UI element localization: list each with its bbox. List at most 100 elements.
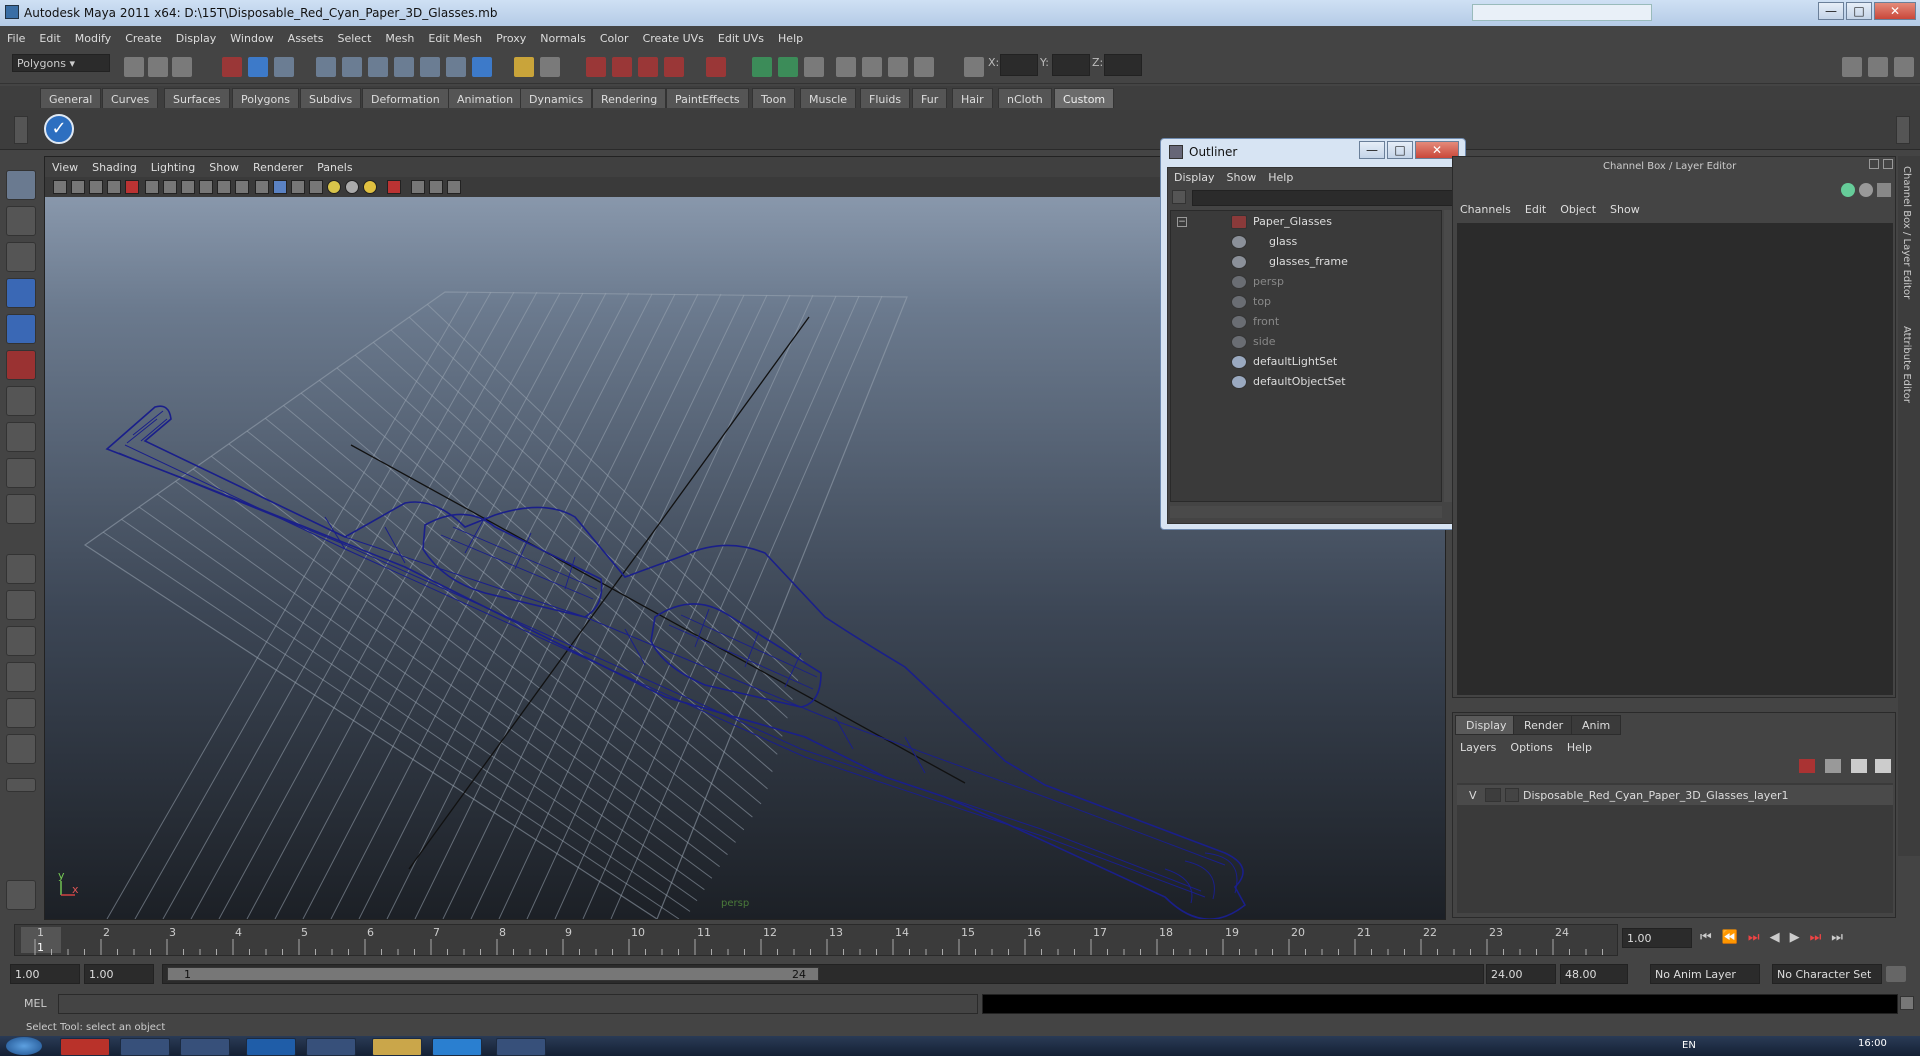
animation-start-field[interactable]: 1.00 [10, 964, 80, 984]
app2-task-icon[interactable] [496, 1038, 546, 1056]
float-panel-icon[interactable] [1869, 159, 1879, 169]
outliner-layout-icon[interactable] [6, 734, 36, 764]
shelf-tab-muscle[interactable]: Muscle [800, 88, 857, 108]
snap-point-icon[interactable] [368, 57, 388, 77]
menu-edit[interactable]: Edit [32, 26, 67, 45]
universal-manipulator-icon[interactable] [6, 386, 36, 416]
maximize-button[interactable]: □ [1846, 2, 1872, 20]
menu-create[interactable]: Create [118, 26, 169, 45]
outliner-menu-show[interactable]: Show [1221, 168, 1263, 187]
select-object-icon[interactable] [248, 57, 268, 77]
layer-menu-layers[interactable]: Layers [1453, 737, 1503, 758]
rotate-tool-icon[interactable] [6, 314, 36, 344]
outliner-item-glass[interactable]: glass [1269, 235, 1297, 248]
last-tool-icon[interactable] [6, 494, 36, 524]
layer-tab-anim[interactable]: Anim [1571, 715, 1622, 735]
vp-menu-renderer[interactable]: Renderer [246, 157, 310, 178]
photoshop-task-icon[interactable] [246, 1038, 296, 1056]
camera-attributes-icon[interactable] [71, 180, 85, 194]
persp-graph-layout-icon[interactable] [6, 662, 36, 692]
outliner-item-glasses-frame[interactable]: glasses_frame [1269, 255, 1348, 268]
time-slider[interactable]: 1 1 2 3 4 5 6 7 8 9 10 11 12 13 14 15 16 17 18 19 20 21 22 23 2… [14, 924, 1618, 956]
shelf-tab-fluids[interactable]: Fluids [860, 88, 911, 108]
paint-select-tool-icon[interactable] [6, 242, 36, 272]
step-back-icon[interactable]: ⏪ [1722, 930, 1748, 945]
render-settings-icon[interactable] [804, 57, 824, 77]
select-component-icon[interactable] [274, 57, 294, 77]
resolution-gate-icon[interactable] [181, 180, 195, 194]
x-field[interactable] [1000, 54, 1038, 76]
scale-tool-icon[interactable] [6, 350, 36, 380]
shelf-tab-hair[interactable]: Hair [952, 88, 993, 108]
smooth-shade-icon[interactable] [273, 180, 287, 194]
single-perspective-layout-icon[interactable] [6, 554, 36, 584]
playback-end-field[interactable]: 24.00 [1486, 964, 1556, 984]
vp-menu-view[interactable]: View [45, 157, 85, 178]
menu-mesh[interactable]: Mesh [378, 26, 421, 45]
cb-menu-edit[interactable]: Edit [1518, 199, 1553, 220]
menu-help[interactable]: Help [771, 26, 810, 45]
close-button[interactable]: ✕ [1874, 2, 1916, 20]
outliner-item-front[interactable]: front [1253, 315, 1279, 328]
explorer-task-icon[interactable] [372, 1038, 422, 1056]
select-by-param-icon[interactable] [638, 57, 658, 77]
layer-template-toggle[interactable] [1485, 788, 1501, 802]
menu-select[interactable]: Select [330, 26, 378, 45]
outliner-item-side[interactable]: side [1253, 335, 1276, 348]
yandex-task-icon[interactable] [180, 1038, 230, 1056]
show-channel-box-icon[interactable] [1894, 57, 1914, 77]
step-forward-key-icon[interactable]: ⏭ [1810, 930, 1832, 945]
chrome-task-icon[interactable] [60, 1038, 110, 1056]
script-editor-button-icon[interactable] [1900, 996, 1914, 1010]
xray-joints-icon[interactable] [429, 180, 443, 194]
xray-icon[interactable] [411, 180, 425, 194]
absolute-transform-icon[interactable] [964, 57, 984, 77]
snap-surface-icon[interactable] [420, 57, 440, 77]
outliner-window[interactable]: Outliner — □ ✕ Display Show Help − Paper_G… [1160, 138, 1466, 530]
go-to-end-icon[interactable]: ⏭ [1831, 930, 1853, 945]
outliner-maximize-button[interactable]: □ [1387, 141, 1413, 159]
go-to-start-icon[interactable]: ⏮ [1700, 930, 1722, 945]
menu-normals[interactable]: Normals [533, 26, 593, 45]
play-forwards-icon[interactable]: ▶ [1790, 930, 1810, 945]
transform-field-icon[interactable] [914, 57, 934, 77]
vp-menu-lighting[interactable]: Lighting [144, 157, 202, 178]
layer-color-swatch[interactable] [1505, 788, 1519, 802]
collapse-toggle-icon[interactable]: − [1177, 217, 1187, 227]
menu-set-selector[interactable]: Polygons ▾ [12, 54, 110, 72]
select-tool-icon[interactable] [6, 170, 36, 200]
mel-label[interactable]: MEL [24, 997, 47, 1010]
language-indicator[interactable]: EN [1682, 1040, 1696, 1051]
outliner-item-default-light-set[interactable]: defaultLightSet [1253, 355, 1337, 368]
select-by-pivot-icon[interactable] [612, 57, 632, 77]
snap-curve-icon[interactable] [342, 57, 362, 77]
open-scene-icon[interactable] [148, 57, 168, 77]
move-up-layer-icon[interactable] [1851, 759, 1867, 773]
range-slider-handle[interactable]: 1 24 [167, 967, 819, 981]
hypershade-layout-icon[interactable] [6, 698, 36, 728]
shelf-tab-custom[interactable]: Custom [1054, 88, 1115, 108]
layer-row[interactable]: V Disposable_Red_Cyan_Paper_3D_Glasses_l… [1457, 785, 1893, 805]
move-down-layer-icon[interactable] [1875, 759, 1891, 773]
menu-proxy[interactable]: Proxy [489, 26, 533, 45]
help-search-field[interactable] [1472, 4, 1652, 21]
select-by-handle-icon[interactable] [586, 57, 606, 77]
anim-layer-dropdown[interactable]: No Anim Layer [1650, 964, 1760, 984]
menu-create-uvs[interactable]: Create UVs [636, 26, 711, 45]
image-plane-icon[interactable] [107, 180, 121, 194]
layer-tab-render[interactable]: Render [1513, 715, 1575, 735]
all-lights-icon[interactable] [363, 180, 377, 194]
layer-name[interactable]: Disposable_Red_Cyan_Paper_3D_Glasses_lay… [1523, 789, 1789, 802]
construction-history-icon[interactable] [540, 57, 560, 77]
field-chart-icon[interactable] [217, 180, 231, 194]
step-back-key-icon[interactable]: ⏭ [1748, 930, 1770, 945]
shelf-tab-general[interactable]: General [40, 88, 102, 108]
layer-visibility-toggle[interactable]: V [1469, 789, 1477, 802]
playback-start-field[interactable]: 1.00 [84, 964, 154, 984]
select-camera-icon[interactable] [53, 180, 67, 194]
menu-color[interactable]: Color [593, 26, 636, 45]
side-tab-channel-box[interactable]: Channel Box / Layer Editor [1901, 166, 1912, 299]
shadows-icon[interactable] [345, 180, 359, 194]
outliner-item-default-object-set[interactable]: defaultObjectSet [1253, 375, 1346, 388]
side-tab-attribute-editor[interactable]: Attribute Editor [1901, 326, 1912, 403]
